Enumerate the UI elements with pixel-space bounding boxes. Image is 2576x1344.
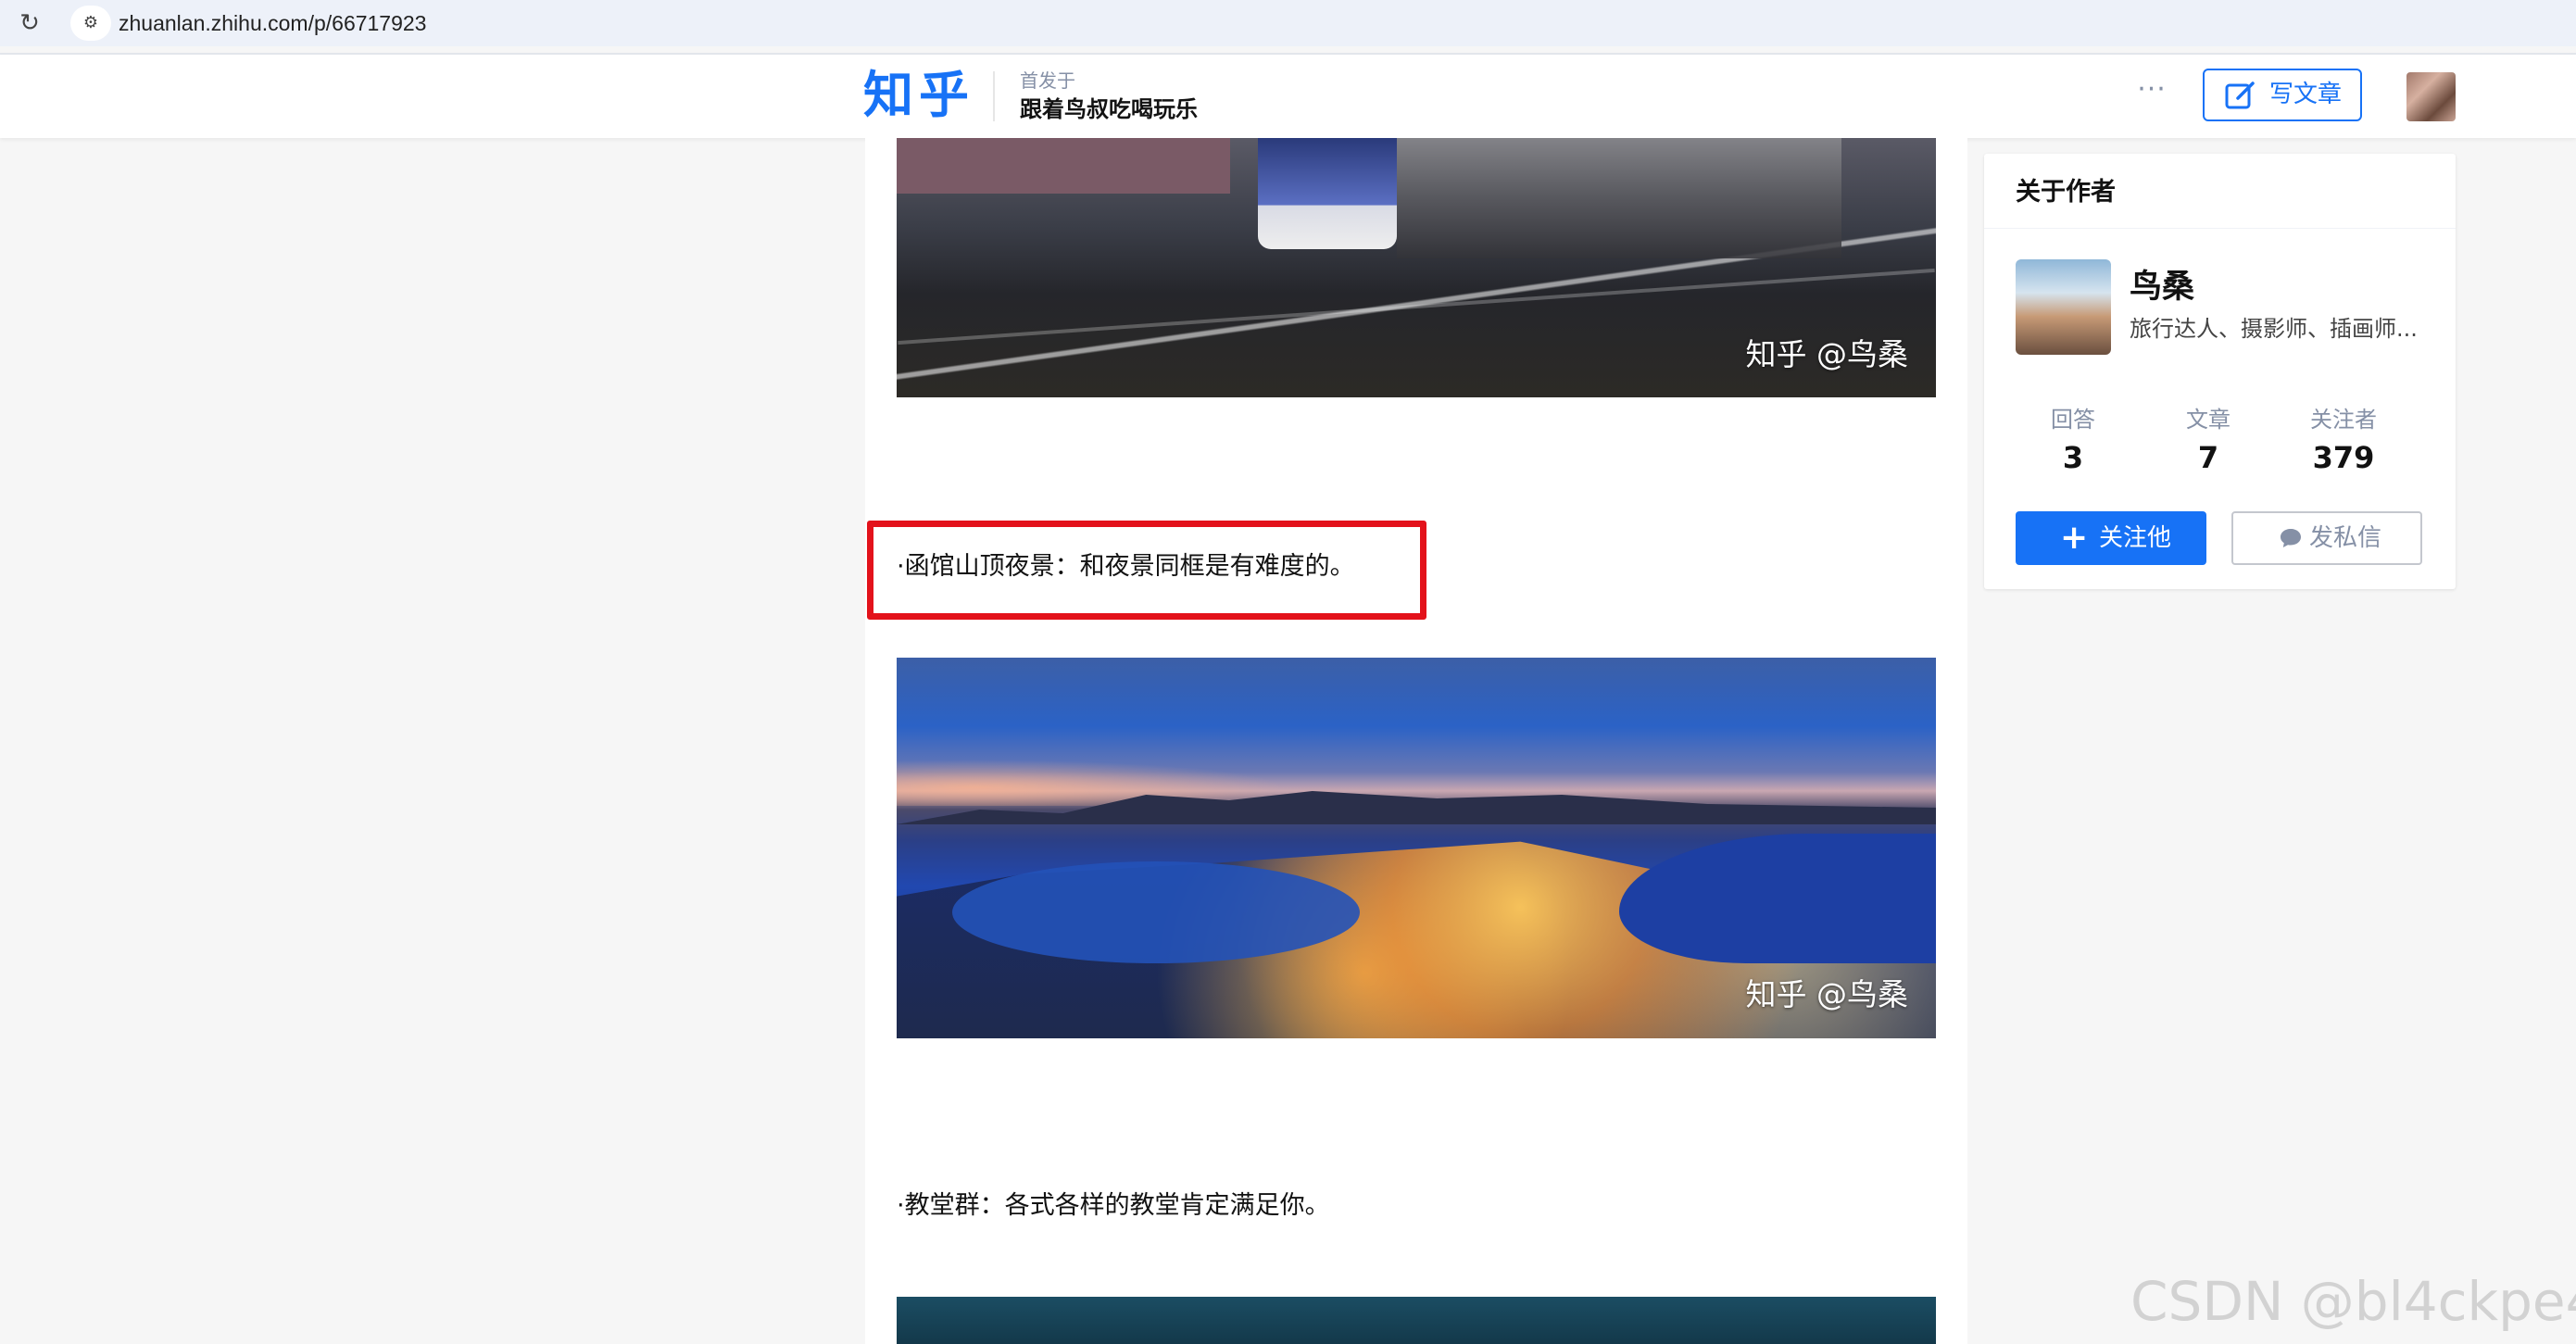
photo-tram: [1258, 138, 1397, 249]
url-field[interactable]: zhuanlan.zhihu.com/p/66717923: [119, 7, 426, 39]
author-bio: 旅行达人、摄影师、插画师...: [2130, 316, 2418, 342]
about-author-card: 关于作者 鸟桑 旅行达人、摄影师、插画师... 回答 3 文章 7 关注者 37…: [1984, 154, 2456, 589]
photo-sunset-glow: [897, 760, 1286, 806]
more-options-button[interactable]: ···: [2130, 71, 2173, 114]
article-paragraph: ·函馆山顶夜景：和夜景同框是有难度的。: [897, 552, 1355, 581]
stat-followers[interactable]: 关注者 379: [2279, 404, 2408, 480]
write-article-button[interactable]: 写文章: [2203, 69, 2362, 121]
author-name[interactable]: 鸟桑: [2130, 266, 2194, 308]
follow-label: 关注他: [2099, 524, 2172, 552]
column-name-link[interactable]: 跟着鸟叔吃喝玩乐: [1020, 94, 1198, 125]
article-content: 知乎 @鸟桑 ·函馆山顶夜景：和夜景同框是有难度的。 知乎 @鸟桑 ·教堂群：各…: [865, 138, 1967, 1344]
stat-value: 7: [2197, 440, 2219, 475]
photo-bay: [952, 861, 1360, 963]
header-divider: [993, 71, 995, 121]
site-settings-icon[interactable]: ⚙: [70, 6, 111, 41]
write-article-label: 写文章: [2269, 81, 2343, 108]
photo-shelter: [1397, 138, 1841, 258]
edit-icon: [2225, 82, 2255, 109]
photo-building: [897, 138, 1230, 194]
follow-button[interactable]: + 关注他: [2016, 511, 2206, 565]
article-paragraph: ·教堂群：各式各样的教堂肯定满足你。: [897, 1191, 1330, 1220]
chat-bubble-icon: [2281, 529, 2301, 547]
stat-label: 关注者: [2310, 407, 2377, 433]
image-watermark: 知乎 @鸟桑: [1745, 976, 1909, 1012]
zhihu-logo[interactable]: 知乎: [863, 66, 974, 125]
browser-address-bar: ↻ ⚙ zhuanlan.zhihu.com/p/66717923: [0, 0, 2576, 46]
image-watermark: 知乎 @鸟桑: [1745, 336, 1909, 372]
stat-answers[interactable]: 回答 3: [2008, 404, 2138, 480]
hakodate-night-view-photo: 知乎 @鸟桑: [897, 658, 1936, 1038]
church-photo: [897, 1297, 1936, 1344]
site-header: 知乎 首发于 跟着鸟叔吃喝玩乐 ··· 写文章: [0, 55, 2576, 138]
stat-label: 文章: [2186, 407, 2230, 433]
published-in-label: 首发于: [1020, 69, 1075, 92]
stat-label: 回答: [2051, 407, 2095, 433]
plus-icon: +: [2060, 519, 2089, 557]
author-avatar[interactable]: [2016, 259, 2111, 355]
card-divider: [1984, 228, 2456, 229]
ellipsis-icon: ···: [2137, 73, 2167, 106]
stat-value: 3: [2062, 440, 2084, 475]
csdn-watermark: CSDN @bl4ckpe4ch: [2130, 1270, 2576, 1333]
reload-icon[interactable]: ↻: [15, 8, 44, 38]
send-message-button[interactable]: 发私信: [2231, 511, 2422, 565]
photo-ocean: [1619, 834, 1936, 963]
send-message-label: 发私信: [2309, 524, 2382, 552]
user-avatar[interactable]: [2406, 72, 2456, 121]
photo-road-line: [898, 268, 1935, 345]
tram-station-photo: 知乎 @鸟桑: [897, 138, 1936, 397]
card-title: 关于作者: [2016, 178, 2116, 207]
stat-articles[interactable]: 文章 7: [2143, 404, 2273, 480]
stat-value: 379: [2312, 440, 2375, 475]
